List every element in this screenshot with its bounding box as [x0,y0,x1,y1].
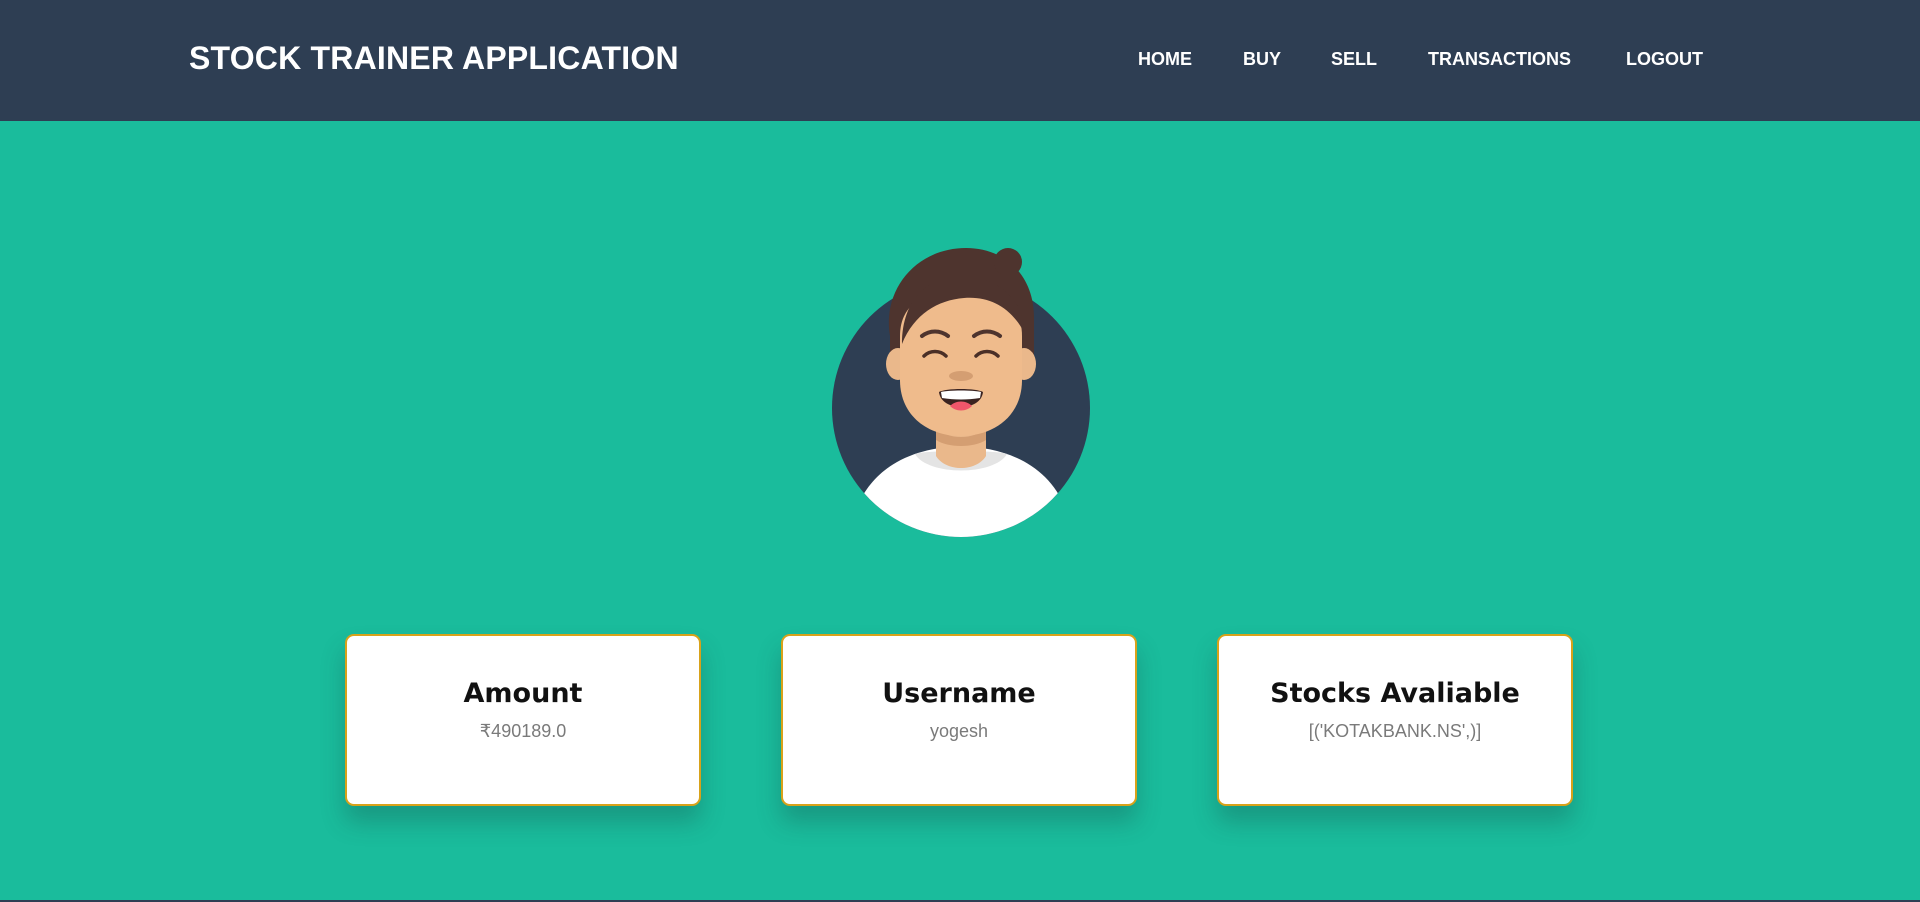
nav-link-sell[interactable]: SELL [1331,47,1377,71]
amount-title: Amount [463,678,583,709]
amount-card: Amount ₹490189.0 [345,634,701,806]
navbar: STOCK TRAINER APPLICATION HOME BUY SELL … [0,0,1920,121]
username-card: Username yogesh [781,634,1137,806]
amount-value: ₹490189.0 [479,721,567,741]
stocks-value: [('KOTAKBANK.NS',)] [1308,721,1482,741]
username-title: Username [882,678,1036,709]
user-avatar-icon [828,240,1094,540]
stocks-title: Stocks Avaliable [1270,678,1520,709]
nav-link-logout[interactable]: LOGOUT [1626,47,1703,71]
nav-link-transactions[interactable]: TRANSACTIONS [1428,47,1571,71]
username-value: yogesh [929,721,989,741]
nav-menu: HOME BUY SELL TRANSACTIONS LOGOUT [0,47,1920,71]
stocks-card: Stocks Avaliable [('KOTAKBANK.NS',)] [1217,634,1573,806]
nav-link-buy[interactable]: BUY [1243,47,1281,71]
nav-link-home[interactable]: HOME [1138,47,1192,71]
